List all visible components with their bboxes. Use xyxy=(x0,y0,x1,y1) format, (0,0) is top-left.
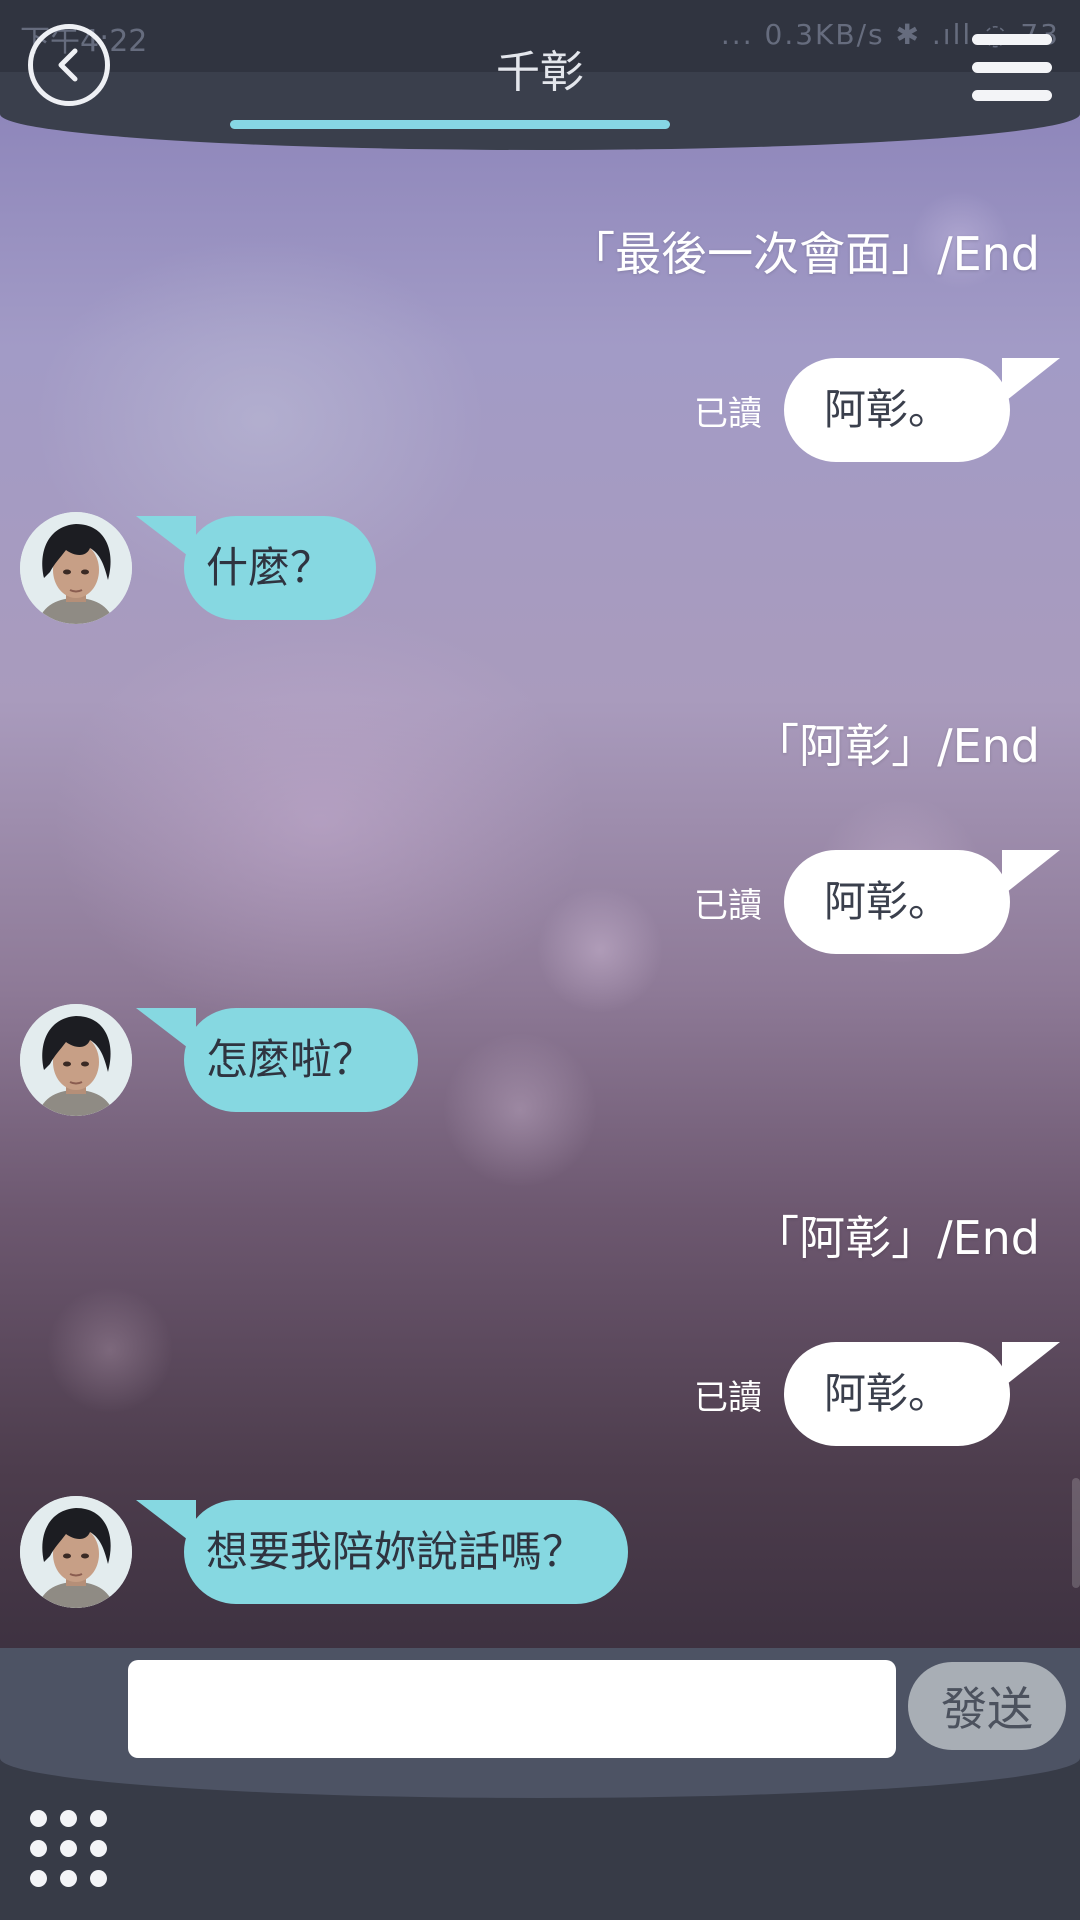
incoming-message: 什麼？ xyxy=(20,510,377,626)
incoming-bubble[interactable]: 什麼？ xyxy=(135,516,377,620)
outgoing-bubble[interactable]: 阿彰。 xyxy=(783,1342,1061,1446)
avatar-portrait xyxy=(20,1004,132,1116)
menu-button[interactable] xyxy=(972,34,1052,104)
composer-bar: 發送 xyxy=(0,1648,1080,1798)
outgoing-bubble[interactable]: 阿彰。 xyxy=(783,358,1061,462)
chat-screen: 下午4:22 ... 0.3KB/s ✱ .ıll ◌ 73 千彰 「最後一次會… xyxy=(0,0,1080,1920)
chapter-end-label: 「阿彰」/End xyxy=(753,719,1040,773)
read-receipt: 已讀 xyxy=(693,1377,762,1418)
avatar[interactable] xyxy=(20,1004,132,1116)
outgoing-message: 已讀 阿彰。 xyxy=(693,850,1061,954)
avatar[interactable] xyxy=(20,1496,132,1608)
hamburger-menu-icon xyxy=(972,90,1052,101)
outgoing-bubble[interactable]: 阿彰。 xyxy=(783,850,1061,954)
avatar[interactable] xyxy=(20,512,132,624)
incoming-bubble[interactable]: 怎麼啦？ xyxy=(135,1008,419,1112)
avatar-portrait xyxy=(20,1496,132,1608)
chat-title: 千彰 xyxy=(496,47,584,98)
send-button[interactable]: 發送 xyxy=(908,1662,1066,1750)
apps-button[interactable] xyxy=(30,1810,110,1890)
avatar-portrait xyxy=(20,512,132,624)
hamburger-menu-icon xyxy=(972,62,1052,73)
incoming-message: 怎麼啦？ xyxy=(20,1002,419,1118)
read-receipt: 已讀 xyxy=(693,393,762,434)
hamburger-menu-icon xyxy=(972,34,1052,45)
message-input[interactable] xyxy=(128,1660,896,1758)
chapter-end-label: 「阿彰」/End xyxy=(753,1211,1040,1265)
chapter-end-label: 「最後一次會面」/End xyxy=(569,227,1040,281)
top-bar: 下午4:22 ... 0.3KB/s ✱ .ıll ◌ 73 千彰 xyxy=(0,0,1080,150)
scrollbar[interactable] xyxy=(1072,1478,1080,1588)
outgoing-message: 已讀 阿彰。 xyxy=(693,358,1061,462)
message-list[interactable]: 「最後一次會面」/End 已讀 阿彰。 什麼？ 「阿彰」/End 已讀 阿彰。 … xyxy=(0,0,1080,1660)
incoming-bubble[interactable]: 想要我陪妳說話嗎？ xyxy=(135,1500,629,1604)
progress-accent-line xyxy=(230,120,670,129)
outgoing-message: 已讀 阿彰。 xyxy=(693,1342,1061,1446)
incoming-message: 想要我陪妳說話嗎？ xyxy=(20,1494,629,1610)
read-receipt: 已讀 xyxy=(693,885,762,926)
